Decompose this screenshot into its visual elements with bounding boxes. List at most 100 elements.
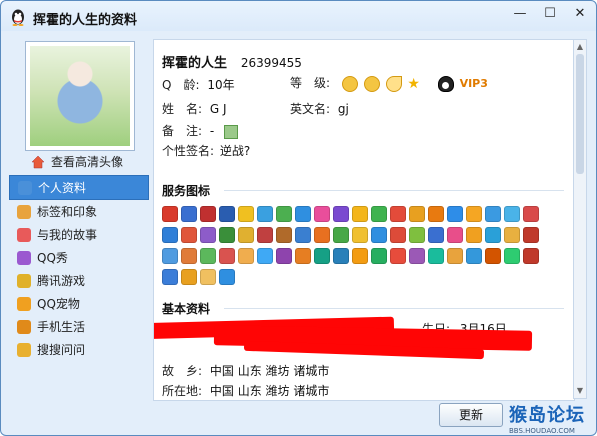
service-icon[interactable] [447, 248, 463, 264]
minimize-button[interactable]: — [506, 4, 534, 26]
scroll-up-icon[interactable]: ▲ [575, 42, 585, 52]
service-icon[interactable] [295, 248, 311, 264]
service-icon[interactable] [390, 248, 406, 264]
service-icon[interactable] [523, 248, 539, 264]
moon-level-icon [385, 75, 402, 92]
service-icon[interactable] [200, 269, 216, 285]
service-icon[interactable] [219, 206, 235, 222]
watermark-subtext: BBS.HOUDAO.COM [509, 427, 575, 435]
service-icon[interactable] [504, 206, 520, 222]
maximize-button[interactable]: ☐ [536, 4, 564, 26]
service-icon[interactable] [295, 206, 311, 222]
service-icon[interactable] [314, 227, 330, 243]
name-row: 姓 名: G J [162, 100, 227, 117]
service-icon[interactable] [466, 248, 482, 264]
service-icon[interactable] [219, 227, 235, 243]
profile-window: 挥霍的人生的资料 — ☐ ✕ 查看高清头像 个人资料 标签和印象 与我的故事 QQ秀腾… [0, 0, 597, 436]
service-icon[interactable] [352, 206, 368, 222]
title-bar[interactable]: 挥霍的人生的资料 — ☐ ✕ [1, 1, 596, 33]
content-scrollbar[interactable]: ▲ ▼ [573, 39, 587, 399]
service-icon[interactable] [276, 206, 292, 222]
service-icon[interactable] [447, 206, 463, 222]
sidebar: 查看高清头像 个人资料 标签和印象 与我的故事 QQ秀 腾讯游戏 QQ宠物 手机生活 搜搜问问 [9, 35, 149, 427]
service-icon[interactable] [523, 206, 539, 222]
nickname: 挥霍的人生 [162, 56, 228, 71]
service-icon[interactable] [447, 227, 463, 243]
sidebar-item[interactable]: 个人资料 [9, 175, 149, 200]
service-icon[interactable] [409, 227, 425, 243]
service-icon[interactable] [371, 206, 387, 222]
service-icon[interactable] [523, 227, 539, 243]
service-icon[interactable] [200, 248, 216, 264]
close-button[interactable]: ✕ [566, 4, 594, 26]
service-icon[interactable] [200, 227, 216, 243]
sidebar-item[interactable]: 搜搜问问 [9, 338, 149, 361]
refresh-button[interactable]: 更新 [439, 403, 503, 427]
service-icon[interactable] [428, 248, 444, 264]
service-icon[interactable] [238, 227, 254, 243]
service-icon[interactable] [504, 248, 520, 264]
service-icon[interactable] [257, 248, 273, 264]
basic-section-title: 基本资料 [162, 302, 211, 316]
qq-number: 26399455 [240, 56, 302, 70]
service-icon[interactable] [371, 248, 387, 264]
service-icon[interactable] [390, 206, 406, 222]
service-icon[interactable] [428, 206, 444, 222]
service-icon[interactable] [428, 227, 444, 243]
english-name-value: gj [337, 102, 349, 116]
service-icon[interactable] [333, 248, 349, 264]
signature-label: 个性签名: [162, 144, 215, 158]
sidebar-item[interactable]: QQ秀 [9, 246, 149, 269]
vip-badge[interactable]: VIP3 [437, 75, 488, 92]
service-icon[interactable] [371, 227, 387, 243]
service-icon[interactable] [219, 248, 235, 264]
edit-note-icon[interactable] [224, 124, 239, 139]
service-icon[interactable] [485, 206, 501, 222]
service-icon[interactable] [352, 248, 368, 264]
service-icon[interactable] [219, 269, 235, 285]
service-icon[interactable] [314, 206, 330, 222]
sidebar-item[interactable]: 标签和印象 [9, 200, 149, 223]
service-icon[interactable] [276, 248, 292, 264]
service-icon[interactable] [504, 227, 520, 243]
service-icon[interactable] [485, 227, 501, 243]
service-icon[interactable] [181, 206, 197, 222]
service-icons-grid [162, 206, 562, 290]
service-icon[interactable] [409, 248, 425, 264]
scroll-down-icon[interactable]: ▼ [575, 386, 585, 396]
service-icon[interactable] [333, 227, 349, 243]
english-name-row: 英文名: gj [290, 100, 349, 117]
service-icon[interactable] [276, 227, 292, 243]
rainbow-icon [17, 227, 31, 242]
service-icon[interactable] [466, 206, 482, 222]
window-title: 挥霍的人生的资料 [33, 13, 138, 28]
service-icon[interactable] [257, 206, 273, 222]
sidebar-item[interactable]: 与我的故事 [9, 223, 149, 246]
service-icon[interactable] [466, 227, 482, 243]
sidebar-item[interactable]: 腾讯游戏 [9, 269, 149, 292]
sidebar-item[interactable]: 手机生活 [9, 315, 149, 338]
service-icon[interactable] [295, 227, 311, 243]
location-value: 中国 山东 潍坊 诸城市 [209, 384, 330, 398]
scroll-thumb[interactable] [576, 54, 584, 174]
service-icon[interactable] [162, 227, 178, 243]
service-icon[interactable] [162, 248, 178, 264]
service-icon[interactable] [314, 248, 330, 264]
service-icon[interactable] [238, 248, 254, 264]
sidebar-item[interactable]: QQ宠物 [9, 292, 149, 315]
service-icon[interactable] [162, 206, 178, 222]
service-icon[interactable] [181, 269, 197, 285]
service-icon[interactable] [200, 206, 216, 222]
service-icon[interactable] [181, 248, 197, 264]
avatar[interactable] [25, 41, 135, 151]
service-icon[interactable] [333, 206, 349, 222]
service-icon[interactable] [257, 227, 273, 243]
service-icon[interactable] [390, 227, 406, 243]
service-icon[interactable] [162, 269, 178, 285]
service-icon[interactable] [352, 227, 368, 243]
service-icon[interactable] [485, 248, 501, 264]
service-icon[interactable] [409, 206, 425, 222]
service-icon[interactable] [238, 206, 254, 222]
view-hd-avatar-link[interactable]: 查看高清头像 [31, 153, 123, 170]
service-icon[interactable] [181, 227, 197, 243]
